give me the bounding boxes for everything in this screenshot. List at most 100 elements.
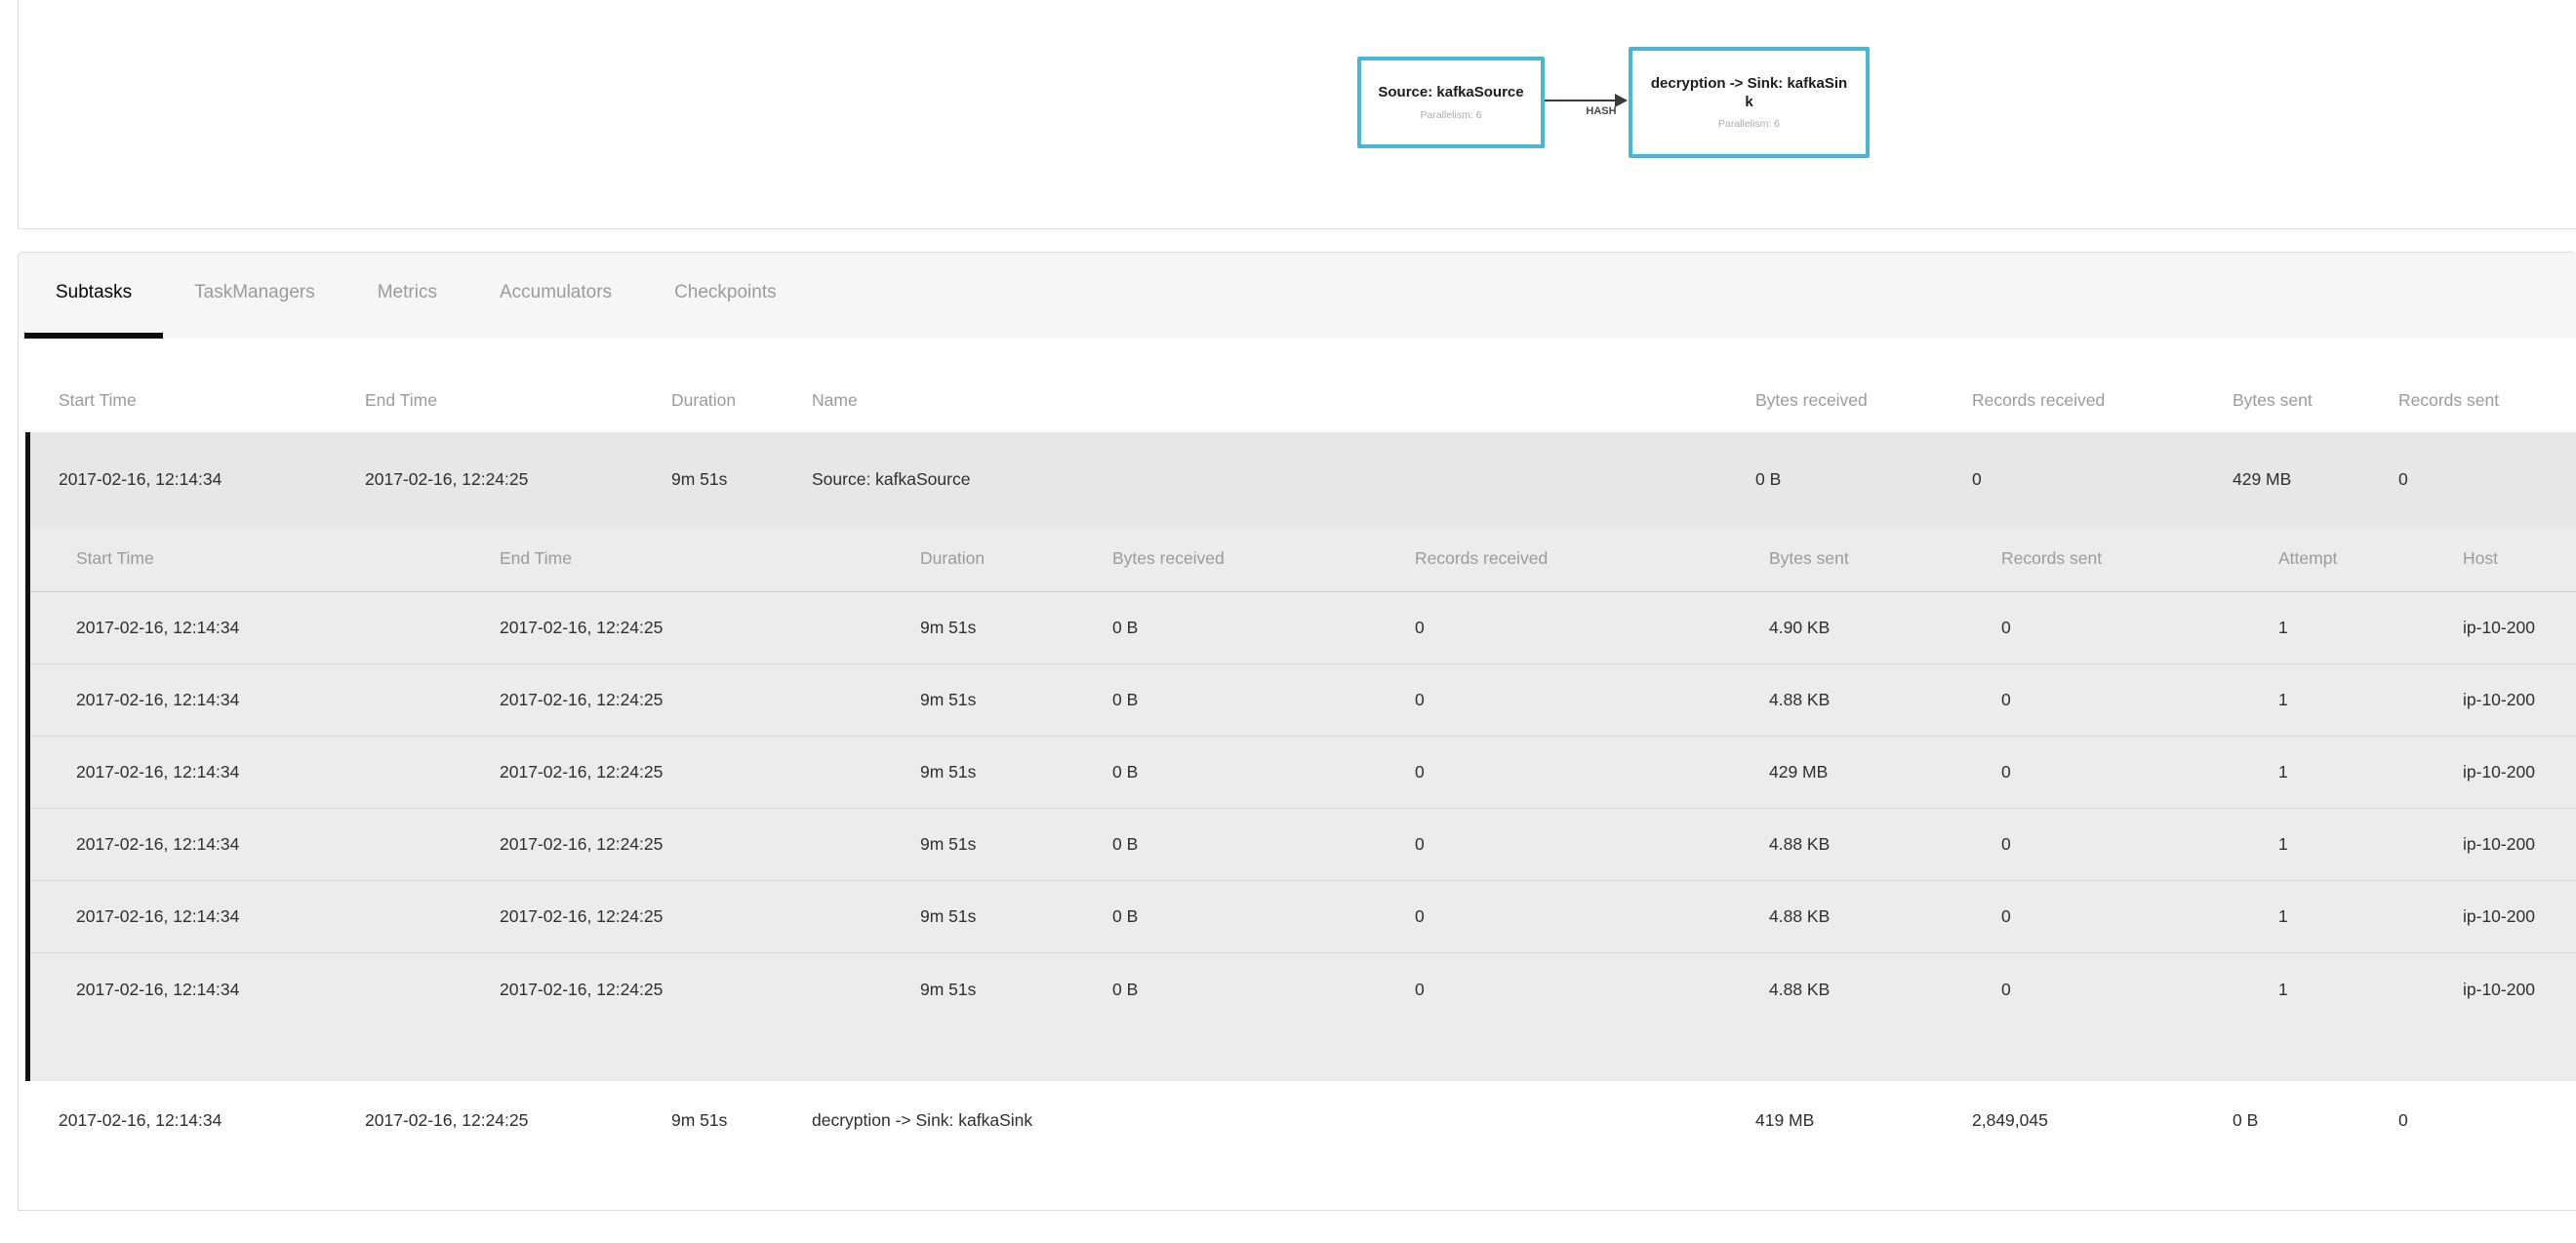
cell-end-time: 2017-02-16, 12:24:25 xyxy=(500,834,920,855)
cell-records-received: 0 xyxy=(1972,469,2233,490)
cell-end-time: 2017-02-16, 12:24:25 xyxy=(500,980,920,1000)
cell-start-time: 2017-02-16, 12:14:34 xyxy=(59,469,365,490)
cell-records-received: 0 xyxy=(1415,834,1769,855)
cell-bytes-received: 0 B xyxy=(1112,906,1415,927)
tab-taskmanagers[interactable]: TaskManagers xyxy=(163,253,346,339)
subcolumn-header-records-sent: Records sent xyxy=(2001,548,2278,569)
cell-end-time: 2017-02-16, 12:24:25 xyxy=(500,762,920,782)
subcolumn-header-bytes-sent: Bytes sent xyxy=(1769,548,2001,569)
cell-duration: 9m 51s xyxy=(671,1110,812,1131)
cell-bytes-received: 0 B xyxy=(1112,834,1415,855)
column-header-records-sent: Records sent xyxy=(2398,390,2574,411)
subtask-row: 2017-02-16, 12:14:34 2017-02-16, 12:24:2… xyxy=(30,881,2576,953)
tab-metrics[interactable]: Metrics xyxy=(346,253,468,339)
tab-checkpoints[interactable]: Checkpoints xyxy=(643,253,808,339)
cell-records-sent: 0 xyxy=(2001,980,2278,1000)
column-header-duration: Duration xyxy=(671,390,812,411)
graph-node-source[interactable]: Source: kafkaSource Parallelism: 6 xyxy=(1357,57,1545,148)
cell-attempt: 1 xyxy=(2278,906,2463,927)
cell-bytes-received: 0 B xyxy=(1112,618,1415,638)
edge-line xyxy=(1545,100,1617,101)
tab-bar: Subtasks TaskManagers Metrics Accumulato… xyxy=(19,253,2576,339)
node-title: Source: kafkaSource xyxy=(1378,84,1523,102)
column-header-bytes-received: Bytes received xyxy=(1755,390,1972,411)
cell-start-time: 2017-02-16, 12:14:34 xyxy=(59,1110,365,1131)
cell-bytes-sent: 4.88 KB xyxy=(1769,834,2001,855)
cell-duration: 9m 51s xyxy=(920,906,1112,927)
cell-duration: 9m 51s xyxy=(920,762,1112,782)
cell-end-time: 2017-02-16, 12:24:25 xyxy=(365,469,671,490)
subcolumn-header-end-time: End Time xyxy=(500,548,920,569)
subcolumn-header-host: Host xyxy=(2463,548,2576,569)
subcolumn-header-start-time: Start Time xyxy=(76,548,500,569)
cell-records-sent: 0 xyxy=(2398,469,2574,490)
cell-attempt: 1 xyxy=(2278,762,2463,782)
cell-name: Source: kafkaSource xyxy=(812,469,1755,490)
cell-duration: 9m 51s xyxy=(920,690,1112,710)
subtask-detail-block: Start Time End Time Duration Bytes recei… xyxy=(25,526,2576,1081)
cell-records-sent: 0 xyxy=(2001,690,2278,710)
node-title: decryption -> Sink: kafkaSink xyxy=(1649,75,1850,112)
cell-end-time: 2017-02-16, 12:24:25 xyxy=(365,1110,671,1131)
cell-bytes-received: 0 B xyxy=(1755,469,1972,490)
job-graph-panel: Source: kafkaSource Parallelism: 6 HASH … xyxy=(18,0,2576,229)
column-header-start-time: Start Time xyxy=(59,390,365,411)
cell-records-sent: 0 xyxy=(2398,1110,2574,1131)
cell-start-time: 2017-02-16, 12:14:34 xyxy=(76,690,500,710)
cell-attempt: 1 xyxy=(2278,980,2463,1000)
cell-bytes-received: 0 B xyxy=(1112,762,1415,782)
cell-bytes-sent: 429 MB xyxy=(2233,469,2398,490)
cell-start-time: 2017-02-16, 12:14:34 xyxy=(76,906,500,927)
cell-end-time: 2017-02-16, 12:24:25 xyxy=(500,690,920,710)
cell-records-received: 0 xyxy=(1415,906,1769,927)
subtask-row: 2017-02-16, 12:14:34 2017-02-16, 12:24:2… xyxy=(30,953,2576,1025)
cell-start-time: 2017-02-16, 12:14:34 xyxy=(76,762,500,782)
subtask-row: 2017-02-16, 12:14:34 2017-02-16, 12:24:2… xyxy=(30,664,2576,737)
table-row-decryption-sink[interactable]: 2017-02-16, 12:14:34 2017-02-16, 12:24:2… xyxy=(25,1081,2576,1159)
cell-attempt: 1 xyxy=(2278,834,2463,855)
node-parallelism: Parallelism: 6 xyxy=(1420,109,1481,121)
subcolumn-header-attempt: Attempt xyxy=(2278,548,2463,569)
cell-bytes-received: 0 B xyxy=(1112,980,1415,1000)
column-header-bytes-sent: Bytes sent xyxy=(2233,390,2398,411)
subcolumn-header-duration: Duration xyxy=(920,548,1112,569)
cell-bytes-received: 0 B xyxy=(1112,690,1415,710)
subtask-row: 2017-02-16, 12:14:34 2017-02-16, 12:24:2… xyxy=(30,809,2576,881)
column-header-name: Name xyxy=(812,390,1755,411)
cell-records-sent: 0 xyxy=(2001,762,2278,782)
graph-node-sink[interactable]: decryption -> Sink: kafkaSink Parallelis… xyxy=(1629,47,1870,158)
cell-end-time: 2017-02-16, 12:24:25 xyxy=(500,906,920,927)
cell-bytes-sent: 429 MB xyxy=(1769,762,2001,782)
cell-host: ip-10-200 xyxy=(2463,980,2576,1000)
subtask-table-header: Start Time End Time Duration Bytes recei… xyxy=(30,526,2576,592)
cell-host: ip-10-200 xyxy=(2463,906,2576,927)
cell-bytes-sent: 4.90 KB xyxy=(1769,618,2001,638)
cell-duration: 9m 51s xyxy=(671,469,812,490)
main-table-header: Start Time End Time Duration Name Bytes … xyxy=(25,339,2576,432)
subcolumn-header-records-received: Records received xyxy=(1415,548,1769,569)
cell-bytes-sent: 0 B xyxy=(2233,1110,2398,1131)
tab-accumulators[interactable]: Accumulators xyxy=(468,253,643,339)
cell-host: ip-10-200 xyxy=(2463,618,2576,638)
cell-records-received: 0 xyxy=(1415,980,1769,1000)
cell-bytes-sent: 4.88 KB xyxy=(1769,690,2001,710)
tab-subtasks[interactable]: Subtasks xyxy=(24,253,163,339)
cell-records-sent: 0 xyxy=(2001,834,2278,855)
cell-name: decryption -> Sink: kafkaSink xyxy=(812,1110,1755,1131)
cell-records-sent: 0 xyxy=(2001,906,2278,927)
cell-bytes-sent: 4.88 KB xyxy=(1769,906,2001,927)
cell-host: ip-10-200 xyxy=(2463,762,2576,782)
subtask-row: 2017-02-16, 12:14:34 2017-02-16, 12:24:2… xyxy=(30,737,2576,809)
flink-job-page: Source: kafkaSource Parallelism: 6 HASH … xyxy=(0,0,2576,1243)
job-detail-panel: Subtasks TaskManagers Metrics Accumulato… xyxy=(18,252,2576,1211)
cell-bytes-received: 419 MB xyxy=(1755,1110,1972,1131)
cell-records-received: 2,849,045 xyxy=(1972,1110,2233,1131)
cell-duration: 9m 51s xyxy=(920,618,1112,638)
cell-start-time: 2017-02-16, 12:14:34 xyxy=(76,618,500,638)
cell-duration: 9m 51s xyxy=(920,980,1112,1000)
cell-duration: 9m 51s xyxy=(920,834,1112,855)
cell-records-sent: 0 xyxy=(2001,618,2278,638)
cell-host: ip-10-200 xyxy=(2463,690,2576,710)
table-row-source-kafkasource[interactable]: 2017-02-16, 12:14:34 2017-02-16, 12:24:2… xyxy=(25,432,2576,526)
cell-records-received: 0 xyxy=(1415,618,1769,638)
